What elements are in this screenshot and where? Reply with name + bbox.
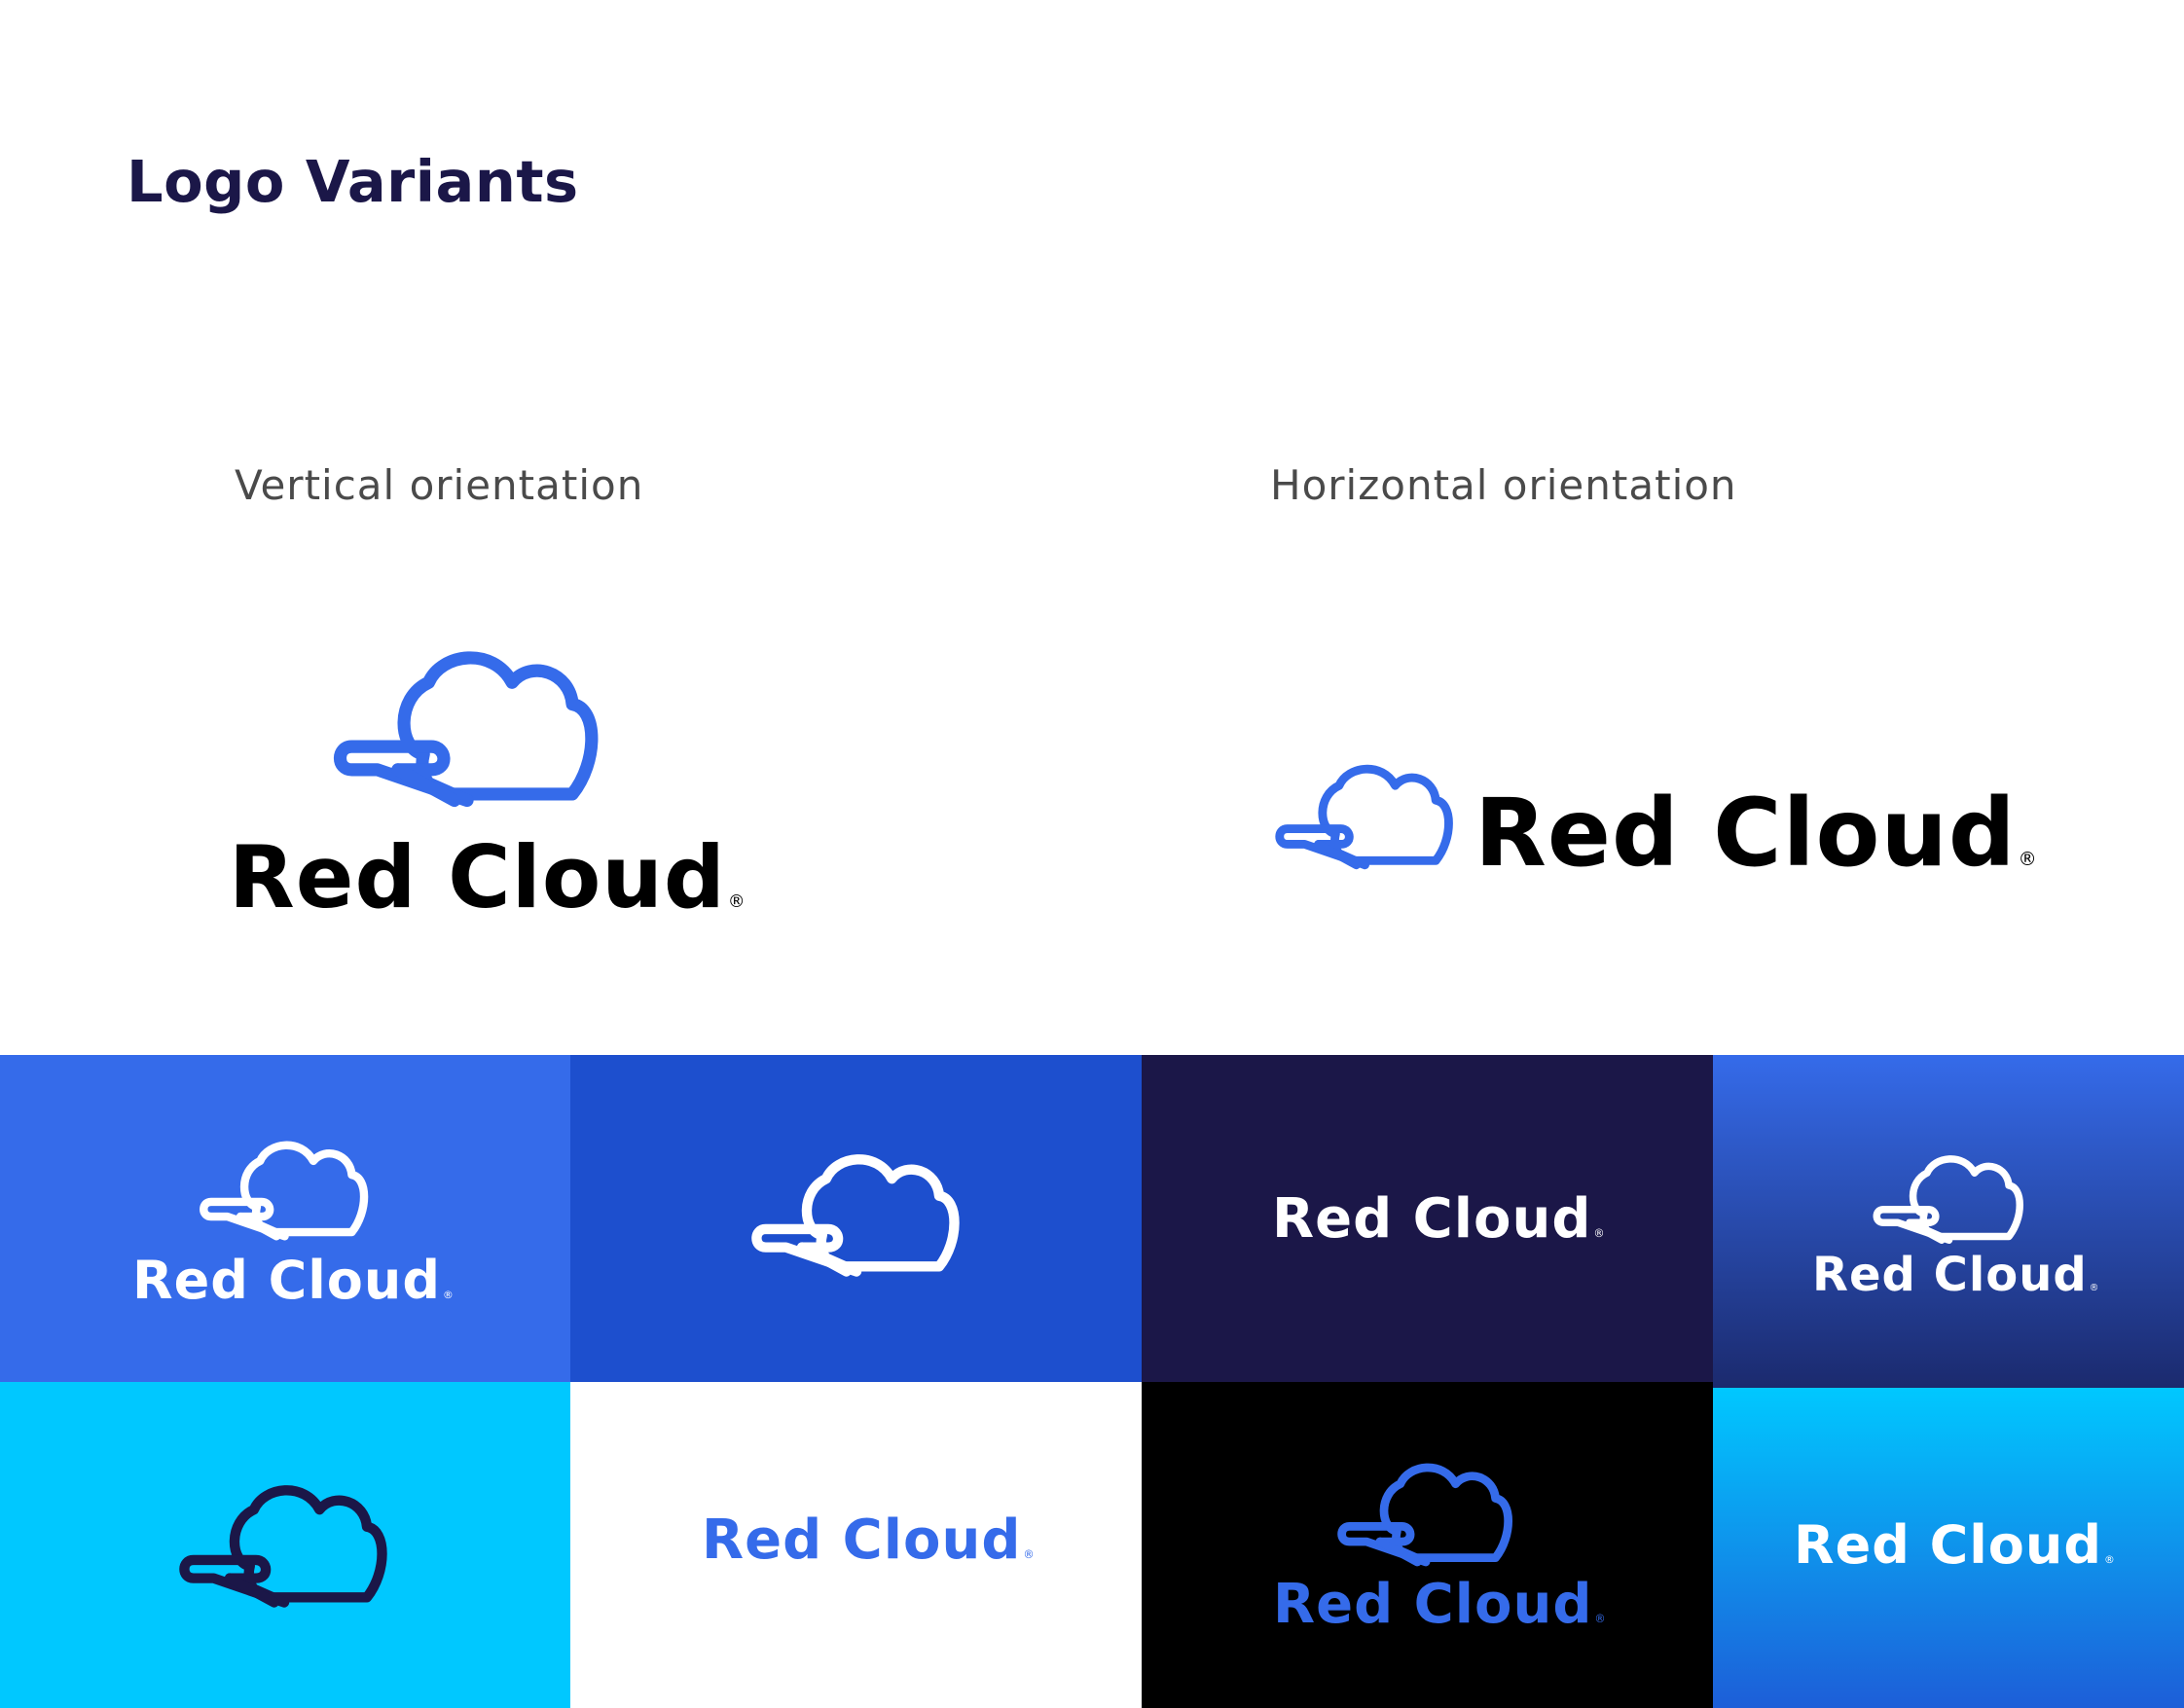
brand-name: Red Cloud [1812, 1248, 2088, 1302]
page-title: Logo Variants [127, 148, 579, 215]
registered-mark: ® [1594, 1613, 1607, 1625]
logo-wordmark: Red Cloud ® [132, 1250, 455, 1311]
brand-name: Red Cloud [229, 827, 726, 927]
registered-mark: ® [1023, 1548, 1036, 1561]
logo-wordmark: Red Cloud ® [702, 1508, 1036, 1572]
horizontal-orientation-label: Horizontal orientation [1270, 461, 1737, 509]
logo-wordmark: Red Cloud ® [1812, 1248, 2099, 1302]
logo-wordmark: Red Cloud ® [1794, 1514, 2116, 1576]
tile-stacked-white-on-gradient: Red Cloud ® [1713, 1055, 2184, 1388]
vertical-orientation-label: Vertical orientation [235, 461, 644, 509]
cloud-logo-icon [195, 1138, 375, 1245]
logo-wordmark: Red Cloud ® [1474, 779, 2038, 888]
registered-mark: ® [2089, 1283, 2100, 1293]
tile-icon-white-on-royal-blue [570, 1055, 1142, 1382]
brand-name: Red Cloud [1273, 1573, 1593, 1636]
registered-mark: ® [443, 1289, 455, 1301]
cloud-logo-icon [1332, 1460, 1519, 1571]
logo-wordmark: Red Cloud ® [1272, 1187, 1606, 1251]
registered-mark: ® [1593, 1227, 1606, 1240]
registered-mark: ® [2018, 848, 2038, 870]
brand-name: Red Cloud [1474, 779, 2017, 888]
tile-icon-navy-on-cyan [0, 1382, 570, 1708]
cloud-logo-icon [173, 1481, 395, 1613]
cloud-logo-icon [1869, 1152, 2029, 1248]
tile-wordmark-blue-on-white: Red Cloud ® [570, 1382, 1142, 1708]
registered-mark: ® [2104, 1553, 2116, 1566]
brand-name: Red Cloud [702, 1508, 1022, 1572]
registered-mark: ® [727, 892, 746, 912]
brand-name: Red Cloud [1272, 1187, 1592, 1251]
tile-stacked-blue-on-black: Red Cloud ® [1142, 1382, 1713, 1708]
tile-stacked-white-on-blue: Red Cloud ® [0, 1055, 570, 1382]
tile-wordmark-white-on-navy: Red Cloud ® [1142, 1055, 1713, 1382]
cloud-logo-icon [1270, 759, 1460, 876]
brand-name: Red Cloud [1794, 1514, 2102, 1576]
tile-wordmark-white-on-gradient: Red Cloud ® [1713, 1388, 2184, 1708]
brand-name: Red Cloud [132, 1250, 441, 1311]
cloud-logo-icon [746, 1150, 967, 1282]
logo-horizontal: Red Cloud ® [1270, 749, 2037, 895]
logo-wordmark: Red Cloud ® [229, 827, 746, 927]
cloud-logo-icon [326, 642, 608, 818]
logo-wordmark: Red Cloud ® [1273, 1573, 1607, 1636]
logo-vertical: Red Cloud ® [224, 642, 746, 934]
